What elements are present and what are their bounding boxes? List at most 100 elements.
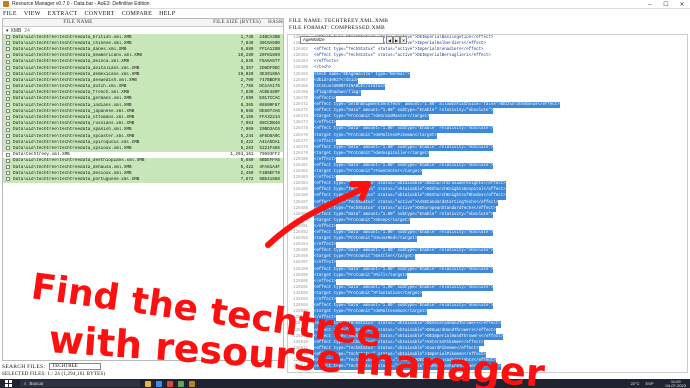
- file-row[interactable]: Data\uid\techtree\techtreedata_spcaster.…: [3, 133, 283, 140]
- file-row[interactable]: Data\uid\techtree\techtreedata_germans.x…: [3, 95, 283, 103]
- file-row[interactable]: Data\uid\techtree\techtreedata_deamerica…: [3, 52, 283, 59]
- resource-manager-taskbar-icon[interactable]: [189, 380, 195, 387]
- file-explorer-icon[interactable]: [145, 380, 151, 387]
- row-hash: 5221F485: [259, 145, 280, 151]
- file-row[interactable]: Data\uid\techtree\techtreedata_xpiroquoi…: [3, 139, 283, 146]
- app-icon: [3, 1, 9, 7]
- minimize-button[interactable]: –: [642, 0, 658, 9]
- file-row[interactable]: Data\uid\techtree\techtreedata_portugues…: [3, 176, 283, 183]
- menu-compare[interactable]: Compare: [122, 11, 153, 17]
- find-input[interactable]: AgeWaltze: [300, 36, 384, 44]
- row-checkbox[interactable]: [6, 35, 10, 40]
- row-file-size: 10,029: [238, 71, 254, 77]
- row-checkbox[interactable]: [6, 90, 10, 95]
- menu-view[interactable]: View: [24, 11, 41, 17]
- column-file-name[interactable]: File Name: [3, 19, 153, 26]
- steam-icon[interactable]: [178, 380, 184, 387]
- file-row[interactable]: Data\uid\techtree\techtreedata_deitalian…: [3, 64, 283, 72]
- column-hash[interactable]: Hash: [261, 19, 283, 26]
- chrome-browser-icon[interactable]: [167, 380, 173, 387]
- windows-start-icon[interactable]: [5, 380, 12, 387]
- file-row[interactable]: Data\uid\techtree\techtreedata_danes.xml…: [3, 46, 283, 53]
- row-file-name: Data\uid\techtree\techtreedata_dehausa.x…: [13, 164, 132, 170]
- file-row[interactable]: Data\uid\techtree\techtreedata_deethiopi…: [3, 157, 283, 164]
- search-icon: ⌕: [24, 381, 27, 386]
- file-row[interactable]: Data\uid\techtree\techtreedata_russians.…: [3, 120, 283, 127]
- row-checkbox[interactable]: [6, 177, 10, 182]
- maximize-button[interactable]: ☐: [658, 0, 674, 9]
- row-checkbox[interactable]: [6, 78, 10, 83]
- file-row[interactable]: Data\uid\techtree\techtreedata_french.xm…: [3, 89, 283, 96]
- row-file-size: 1,294,161: [230, 152, 254, 158]
- find-close-button[interactable]: ✕: [400, 36, 407, 44]
- row-file-name: Data\uid\techtree\techtreedata_deethiopi…: [13, 158, 145, 164]
- row-hash: 8F8D8A0C: [259, 133, 280, 139]
- row-file-name: Data\uid\techtree\techtreedata_danes.xml…: [13, 46, 127, 52]
- code-text: <effect type="TechStatus" status="active…: [314, 54, 491, 59]
- row-file-size: 9,155: [240, 115, 254, 121]
- row-checkbox[interactable]: [6, 53, 10, 58]
- row-file-name: Data\uid\techtree\techtreedata_germans.x…: [13, 96, 132, 102]
- file-row[interactable]: Data\uid\techtree\techtreedata_desioux.x…: [3, 170, 283, 177]
- clock[interactable]: 11:09 04-07-2023: [660, 379, 686, 388]
- file-row[interactable]: Data\uid\techtree\techtreedata_dehausa.x…: [3, 163, 283, 171]
- taskbar-search[interactable]: ⌕ Buscar: [20, 380, 140, 387]
- row-checkbox[interactable]: [6, 146, 10, 151]
- row-file-size: 2,709: [240, 77, 254, 83]
- row-checkbox[interactable]: [6, 134, 10, 139]
- xml-editor[interactable]: 128460 <effect type="TechStatus" status=…: [287, 34, 688, 373]
- file-row[interactable]: Data\uid\techtree\techtreedata_chinese.x…: [3, 40, 283, 47]
- row-checkbox[interactable]: [6, 165, 10, 170]
- file-row[interactable]: Data\techtreey.xml.XMB 1,294,161 70693FF2: [3, 152, 283, 158]
- row-checkbox[interactable]: [6, 140, 10, 145]
- row-checkbox[interactable]: [6, 47, 10, 52]
- file-row[interactable]: Data\uid\techtree\techtreedata_japanese.…: [3, 108, 283, 115]
- menu-convert[interactable]: Convert: [85, 11, 115, 17]
- row-hash: 06500F87: [259, 102, 280, 108]
- find-prev-button[interactable]: ◀: [386, 36, 393, 44]
- row-checkbox[interactable]: [6, 66, 10, 71]
- expand-triangle-icon[interactable]: ▾: [6, 28, 9, 34]
- file-row[interactable]: Data\uid\techtree\techtreedata_xpsioux.x…: [3, 145, 283, 152]
- find-next-button[interactable]: ▶: [393, 36, 400, 44]
- row-checkbox[interactable]: [6, 41, 10, 46]
- row-checkbox[interactable]: [6, 171, 10, 176]
- file-row[interactable]: Data\uid\techtree\techtreedata_british.x…: [3, 34, 283, 41]
- row-checkbox[interactable]: [6, 109, 10, 114]
- row-checkbox[interactable]: [6, 158, 10, 163]
- row-file-name: Data\uid\techtree\techtreedata_russians.…: [13, 121, 135, 127]
- file-row[interactable]: Data\uid\techtree\techtreedata_dutch.xml…: [3, 83, 283, 90]
- column-file-size[interactable]: File Size (bytes): [213, 19, 261, 26]
- search-input[interactable]: techtree: [49, 363, 102, 370]
- taskbar: ⌕ Buscar 22°C ESP 11:09 04-07-2023: [0, 379, 690, 388]
- clock-date: 04-07-2023: [665, 382, 686, 388]
- file-row[interactable]: Data\uid\techtree\techtreedata_deswedish…: [3, 77, 283, 84]
- file-row[interactable]: Data\uid\techtree\techtreedata_spanish.x…: [3, 126, 283, 133]
- row-file-name: Data\uid\techtree\techtreedata_chinese.x…: [13, 40, 132, 46]
- menu-file[interactable]: File: [3, 11, 17, 17]
- row-file-size: 2,459: [240, 170, 254, 176]
- close-button[interactable]: ✕: [674, 0, 690, 9]
- edge-browser-icon[interactable]: [156, 380, 162, 387]
- row-checkbox[interactable]: [6, 72, 10, 77]
- row-checkbox[interactable]: [6, 59, 10, 64]
- row-hash: DE6074A6: [259, 108, 280, 114]
- row-checkbox[interactable]: [6, 115, 10, 120]
- row-checkbox[interactable]: [6, 121, 10, 126]
- row-checkbox[interactable]: [6, 127, 10, 132]
- menu-help[interactable]: Help: [159, 11, 175, 17]
- editor-line[interactable]: 128514 <effect type="TechStatus" status=…: [288, 364, 687, 371]
- row-checkbox[interactable]: [6, 103, 10, 108]
- row-checkbox[interactable]: [6, 84, 10, 89]
- language-indicator[interactable]: ESP: [646, 381, 654, 386]
- row-file-name: Data\uid\techtree\techtreedata_japanese.…: [13, 108, 135, 114]
- row-file-size: 5,559: [240, 158, 254, 164]
- file-row[interactable]: Data\uid\techtree\techtreedata_deinca.xm…: [3, 58, 283, 65]
- row-checkbox[interactable]: [6, 96, 10, 101]
- tree-node-xmb[interactable]: ▾ XMB 24: [3, 27, 283, 34]
- row-checkbox[interactable]: [6, 152, 10, 157]
- file-row[interactable]: Data\uid\techtree\techtreedata_ottomans.…: [3, 114, 283, 121]
- file-row[interactable]: Data\uid\techtree\techtreedata_indians.x…: [3, 102, 283, 109]
- menu-extract[interactable]: Extract: [48, 11, 78, 17]
- file-row[interactable]: Data\uid\techtree\techtreedata_demexican…: [3, 71, 283, 78]
